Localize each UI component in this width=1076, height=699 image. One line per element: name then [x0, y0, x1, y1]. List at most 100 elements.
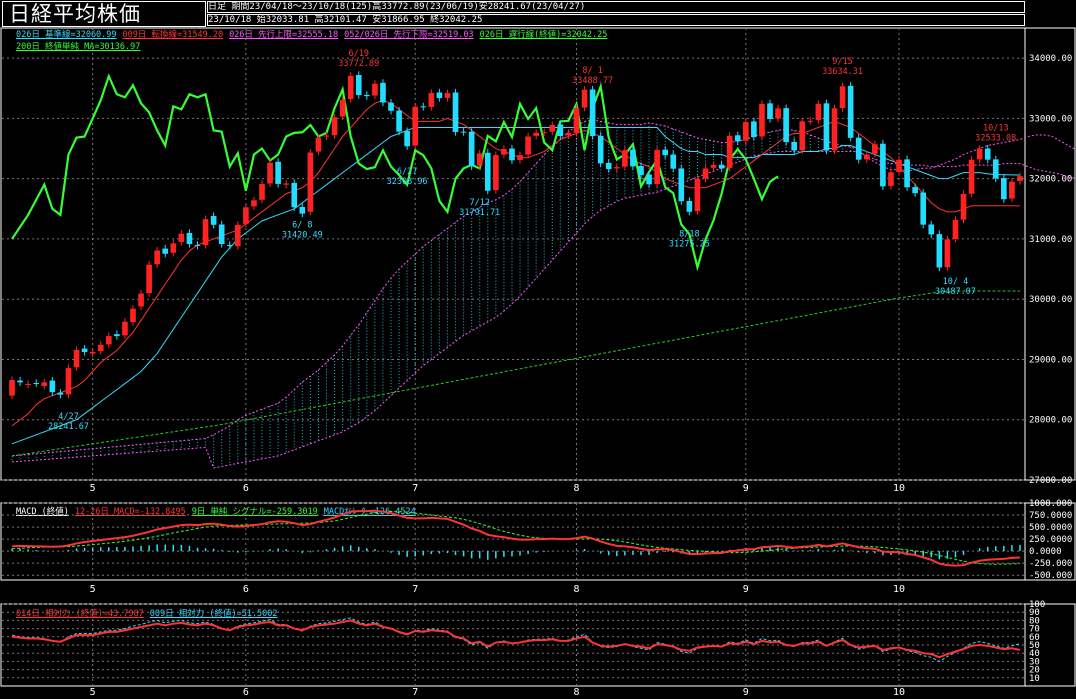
- x-tick-label: 7: [412, 483, 418, 494]
- annotation-value: 31275.25: [669, 239, 710, 249]
- candle-body: [436, 92, 443, 99]
- candle-body: [33, 382, 40, 384]
- candle-body: [65, 368, 72, 395]
- candle-body: [476, 153, 483, 166]
- annotation-value: 30487.07: [935, 287, 976, 297]
- candle-body: [557, 124, 564, 136]
- candle-body: [380, 82, 386, 103]
- candle-body: [307, 152, 314, 212]
- candle-body: [1017, 176, 1023, 182]
- y-tick-label: 1000.000: [1029, 499, 1072, 509]
- candle-body: [533, 132, 539, 136]
- candle-body: [194, 244, 201, 246]
- candle-body: [404, 131, 410, 147]
- y-tick-label: 750.0000: [1029, 511, 1072, 521]
- y-tick-label: 29000.00: [1029, 355, 1072, 365]
- candle-body: [267, 162, 273, 184]
- candle-body: [597, 135, 604, 164]
- candle-body: [130, 308, 136, 323]
- candle-body: [839, 86, 846, 109]
- y-tick-label: 34000.00: [1029, 54, 1072, 64]
- ma200-line: [11, 290, 1020, 457]
- candle-body: [81, 348, 88, 353]
- annotation-date: 6/27: [397, 167, 417, 177]
- x-tick-label: 8: [573, 483, 579, 494]
- candle-body: [202, 219, 209, 245]
- candle-body: [218, 224, 225, 244]
- candle-body: [210, 216, 217, 225]
- candle-body: [613, 167, 620, 169]
- candle-body: [283, 183, 290, 185]
- tenkan-line: [11, 99, 1020, 427]
- candle-body: [976, 148, 983, 160]
- x-tick-label: 5: [90, 687, 96, 698]
- candle-body: [662, 149, 668, 156]
- candle-body: [896, 159, 902, 173]
- candle-body: [605, 162, 612, 170]
- x-tick-label: 6: [243, 584, 249, 595]
- annotation-value: 31420.49: [282, 231, 323, 241]
- candle-body: [251, 200, 257, 207]
- candle-body: [541, 132, 548, 134]
- annotation-value: 32533.08: [975, 134, 1016, 144]
- candle-body: [484, 152, 491, 191]
- candle-body: [25, 383, 31, 385]
- candle-body: [863, 154, 870, 160]
- candle-body: [347, 75, 354, 100]
- candle-body: [138, 293, 144, 307]
- y-tick-label: 10: [1029, 674, 1040, 684]
- candle-body: [428, 92, 435, 107]
- candle-body: [170, 243, 177, 253]
- macd-line: [11, 509, 1021, 567]
- candle-body: [372, 83, 378, 96]
- annotation-date: 6/19: [349, 49, 369, 59]
- senkou-span-b-line: [11, 151, 1076, 469]
- x-tick-label: 5: [90, 584, 96, 595]
- candle-body: [742, 122, 749, 141]
- candle-body: [734, 135, 741, 142]
- candle-body: [799, 121, 806, 151]
- y-tick-label: -500.000: [1029, 571, 1072, 581]
- macd-signal-line: [12, 510, 1020, 565]
- x-tick-label: 6: [243, 483, 249, 494]
- candle-body: [928, 224, 935, 235]
- candle-body: [323, 135, 330, 137]
- annotation-date: 8/18: [679, 229, 699, 239]
- candle-body: [549, 124, 556, 132]
- y-tick-label: 0.0000: [1029, 547, 1062, 557]
- candle-body: [17, 380, 23, 383]
- candle-body: [146, 264, 152, 294]
- candle-body: [968, 159, 975, 194]
- candle-body: [178, 233, 185, 242]
- candle-body: [388, 102, 394, 111]
- annotation-date: 8/ 1: [582, 66, 602, 76]
- x-tick-label: 10: [893, 483, 905, 494]
- candle-body: [726, 135, 733, 168]
- candle-body: [589, 89, 596, 137]
- candle-body: [702, 168, 709, 179]
- candle-body: [952, 220, 959, 239]
- candle-body: [880, 143, 886, 187]
- candle-body: [912, 187, 918, 194]
- candle-body: [823, 103, 830, 151]
- candle-body: [154, 250, 160, 265]
- candle-body: [97, 344, 104, 352]
- candle-body: [364, 94, 370, 97]
- candle-body: [807, 120, 814, 122]
- candle-body: [581, 89, 588, 108]
- candle-body: [315, 137, 322, 152]
- candle-body: [847, 85, 854, 138]
- candle-body: [234, 224, 241, 247]
- candle-body: [638, 166, 644, 176]
- candle-body: [960, 193, 967, 220]
- x-tick-label: 7: [412, 687, 418, 698]
- candle-body: [944, 239, 951, 268]
- annotation-value: 28241.67: [48, 422, 89, 432]
- candle-body: [468, 131, 475, 167]
- candle-body: [517, 155, 523, 160]
- candle-body: [775, 108, 781, 119]
- candle-body: [751, 121, 757, 137]
- candle-body: [114, 334, 120, 337]
- candle-body: [670, 154, 677, 169]
- annotation-date: 7/12: [469, 198, 489, 208]
